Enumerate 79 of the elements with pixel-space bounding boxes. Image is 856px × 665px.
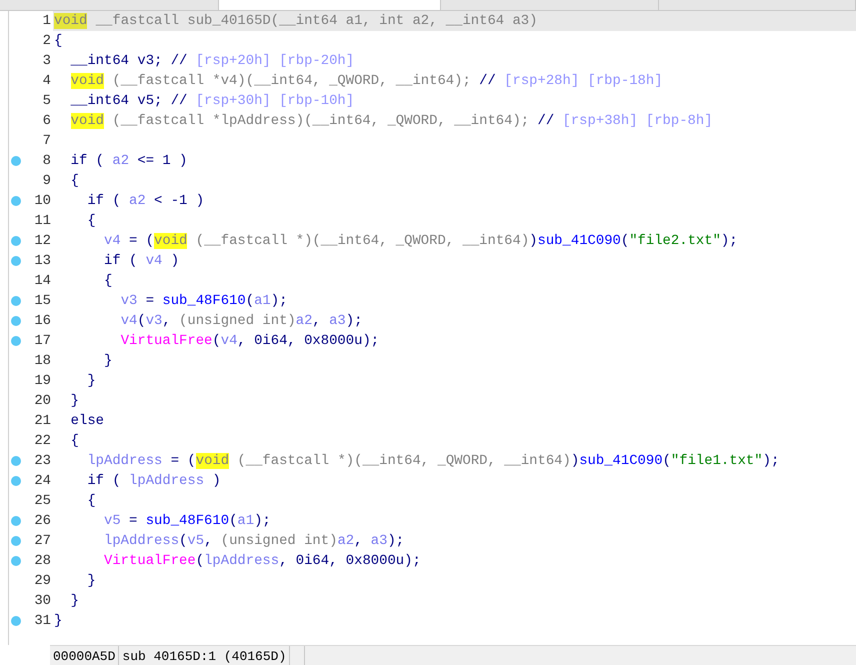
- code-line: }: [103, 352, 114, 371]
- breakpoint-icon[interactable]: [11, 456, 21, 466]
- line-number: 29: [33, 573, 52, 589]
- breakpoint-icon[interactable]: [11, 476, 21, 486]
- code-line: void (__fastcall *lpAddress)(__int64, _QWORD, __int64); // [rsp+38h] [rbp-8h]: [70, 112, 714, 131]
- line-number: 12: [33, 233, 52, 249]
- editor-tab[interactable]: [219, 0, 441, 10]
- line-number: 25: [33, 493, 52, 509]
- line-number: 19: [33, 373, 52, 389]
- line-number: 4: [42, 73, 52, 89]
- code-line: }: [53, 612, 64, 631]
- line-number: 17: [33, 333, 52, 349]
- code-line: if ( a2 < -1 ): [86, 192, 206, 211]
- breakpoint-icon[interactable]: [11, 316, 21, 326]
- code-line: }: [70, 592, 80, 611]
- location-readout: sub 40165D:1 (40165D): [119, 646, 290, 665]
- code-line: {: [70, 172, 80, 191]
- line-number: 22: [33, 433, 52, 449]
- breakpoint-icon[interactable]: [11, 296, 21, 306]
- line-number: 16: [33, 313, 52, 329]
- line-number: 11: [33, 213, 52, 229]
- line-number: 28: [33, 553, 52, 569]
- breakpoint-icon[interactable]: [11, 256, 21, 266]
- line-number: 18: [33, 353, 52, 369]
- breakpoint-icon[interactable]: [11, 196, 21, 206]
- line-number: 21: [33, 413, 52, 429]
- code-line: else: [70, 412, 106, 431]
- editor-tab[interactable]: [441, 0, 659, 10]
- code-line: v5 = sub_48F610(a1);: [103, 512, 272, 531]
- breakpoint-icon[interactable]: [11, 536, 21, 546]
- breakpoint-icon[interactable]: [11, 156, 21, 166]
- breakpoint-icon[interactable]: [11, 236, 21, 246]
- line-number: 7: [42, 133, 52, 149]
- code-line: v4(v3, (unsigned int)a2, a3);: [120, 312, 364, 331]
- line-number: 31: [33, 613, 52, 629]
- code-line: }: [86, 372, 97, 391]
- line-number: 23: [33, 453, 52, 469]
- code-line: VirtualFree(lpAddress, 0i64, 0x8000u);: [103, 552, 422, 571]
- code-line: {: [103, 272, 114, 291]
- code-line: }: [70, 392, 80, 411]
- code-line: {: [86, 492, 97, 511]
- line-number: 2: [42, 33, 52, 49]
- address-readout: 00000A5D: [50, 646, 120, 665]
- line-number: 26: [33, 513, 52, 529]
- editor-tab[interactable]: [659, 0, 856, 10]
- code-line: {: [53, 32, 64, 51]
- line-number: 27: [33, 533, 52, 549]
- line-number: 5: [42, 93, 52, 109]
- code-line: lpAddress(v5, (unsigned int)a2, a3);: [103, 532, 406, 551]
- line-number: 20: [33, 393, 52, 409]
- line-number: 6: [42, 113, 52, 129]
- line-number: 3: [42, 53, 52, 69]
- code-line: lpAddress = (void (__fastcall *)(__int64, _QWORD, __int64))sub_41C090("file1.txt");: [86, 452, 780, 471]
- code-line: v3 = sub_48F610(a1);: [120, 292, 288, 311]
- breakpoint-icon[interactable]: [11, 556, 21, 566]
- code-line: v4 = (void (__fastcall *)(__int64, _QWORD, __int64))sub_41C090("file2.txt");: [103, 232, 739, 251]
- code-line: if ( v4 ): [103, 252, 180, 271]
- line-number: 13: [33, 253, 52, 269]
- line-number: 14: [33, 273, 52, 289]
- breakpoint-icon[interactable]: [11, 616, 21, 626]
- code-line: if ( lpAddress ): [86, 472, 222, 491]
- line-number: 10: [33, 193, 52, 209]
- code-line: }: [86, 572, 97, 591]
- code-line: __int64 v3; // [rsp+20h] [rbp-20h]: [70, 52, 356, 71]
- line-number: 15: [33, 293, 52, 309]
- code-line: void (__fastcall *v4)(__int64, _QWORD, __int64); // [rsp+28h] [rbp-18h]: [70, 72, 664, 91]
- code-line: VirtualFree(v4, 0i64, 0x8000u);: [120, 332, 380, 351]
- breakpoint-icon[interactable]: [11, 516, 21, 526]
- code-line: __int64 v5; // [rsp+30h] [rbp-10h]: [70, 92, 356, 111]
- line-number: 9: [42, 173, 52, 189]
- code-line: {: [86, 212, 97, 231]
- line-number: 30: [33, 593, 52, 609]
- line-number: 8: [42, 153, 52, 169]
- editor-tab[interactable]: [0, 0, 219, 10]
- line-number: 1: [42, 13, 52, 29]
- code-line: if ( a2 <= 1 ): [70, 152, 188, 171]
- line-number: 24: [33, 473, 52, 489]
- code-line: {: [70, 432, 80, 451]
- breakpoint-icon[interactable]: [11, 336, 21, 346]
